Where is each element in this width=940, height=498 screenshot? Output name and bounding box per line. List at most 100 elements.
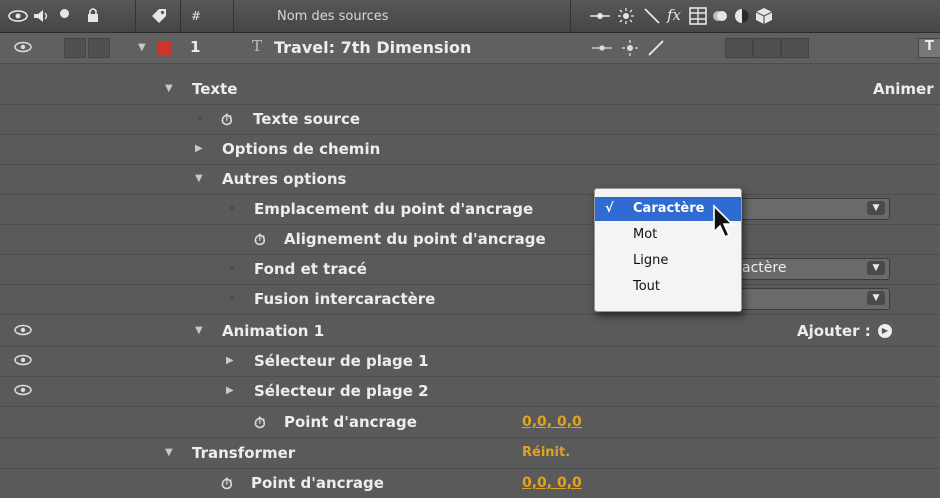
switch-box[interactable]: [753, 38, 781, 58]
stopwatch-icon[interactable]: ⏱: [254, 231, 266, 249]
add-menu-arrow-icon[interactable]: ▶: [878, 324, 892, 338]
solo-switch-box[interactable]: [88, 38, 110, 58]
property-label: Animation 1: [222, 322, 325, 340]
number-header[interactable]: #: [181, 0, 234, 32]
quality-slash-icon[interactable]: [647, 39, 665, 57]
collapsed-triangle-icon[interactable]: ▶: [226, 385, 234, 396]
layer-expand-icon[interactable]: ▼: [138, 42, 146, 53]
property-row-options-chemin[interactable]: ▶ Options de chemin: [0, 134, 940, 165]
collapse-sun-icon[interactable]: [617, 7, 635, 25]
switch-box[interactable]: [725, 38, 753, 58]
property-label: Point d'ancrage: [251, 474, 384, 492]
fx-icon[interactable]: fx: [667, 8, 681, 23]
stopwatch-icon[interactable]: ⏱: [221, 475, 233, 493]
property-label: Autres options: [222, 170, 347, 188]
property-row-emplacement[interactable]: Emplacement du point d'ancrage ▼: [0, 194, 940, 225]
property-label: Alignement du point d'ancrage: [284, 230, 546, 248]
eye-icon[interactable]: [8, 9, 28, 23]
motion-blur-icon[interactable]: [711, 7, 729, 25]
layer-name[interactable]: Travel: 7th Dimension: [274, 38, 471, 57]
adjustment-layer-icon[interactable]: [733, 7, 751, 25]
speaker-icon[interactable]: [33, 9, 49, 23]
property-row-texte[interactable]: ▼ Texte Animer: [0, 74, 940, 105]
menu-option-tout[interactable]: Tout: [595, 275, 741, 299]
av-switches-header: [0, 0, 136, 32]
dropdown-value: actère: [742, 260, 787, 276]
stopwatch-icon[interactable]: ⏱: [254, 414, 266, 432]
eye-icon[interactable]: [14, 41, 32, 53]
lock-icon[interactable]: [86, 7, 100, 23]
property-row-fond-trace[interactable]: Fond et tracé actère ▼: [0, 254, 940, 285]
property-row-animation1[interactable]: ▼ Animation 1 Ajouter : ▶: [0, 316, 940, 347]
dropdown-arrow-icon[interactable]: ▼: [867, 201, 885, 215]
column-header-bar: # Nom des sources fx: [0, 0, 940, 33]
property-row-texte-source[interactable]: ⏱ Texte source: [0, 104, 940, 135]
quality-slash-icon[interactable]: [643, 7, 661, 25]
label-tag-icon[interactable]: [150, 7, 168, 25]
property-row-alignement[interactable]: ⏱ Alignement du point d'ancrage: [0, 224, 940, 255]
eye-icon[interactable]: [14, 354, 32, 366]
layer-row[interactable]: ▼ 1 T Travel: 7th Dimension T: [0, 33, 940, 64]
audio-switch-box[interactable]: [64, 38, 86, 58]
property-label: Texte source: [253, 110, 361, 128]
anchor-point-value[interactable]: 0,0, 0,0: [522, 414, 582, 430]
property-label: Sélecteur de plage 2: [254, 382, 429, 400]
property-dot: [198, 116, 202, 120]
add-menu-label[interactable]: Ajouter :: [797, 322, 871, 340]
property-label: Options de chemin: [222, 140, 381, 158]
collapse-sun-icon[interactable]: [621, 39, 639, 57]
hash-icon: #: [191, 9, 202, 23]
switches-header: fx: [571, 0, 831, 32]
fill-stroke-dropdown[interactable]: actère ▼: [735, 258, 890, 280]
menu-option-ligne[interactable]: Ligne: [595, 249, 741, 273]
anchor-grouping-dropdown[interactable]: ▼: [735, 198, 890, 220]
label-header[interactable]: [136, 0, 181, 32]
menu-option-label: Tout: [633, 279, 661, 294]
frame-blend-icon[interactable]: [689, 7, 707, 25]
property-row-point-ancrage-transformer[interactable]: ⏱ Point d'ancrage 0,0, 0,0: [0, 468, 940, 498]
menu-option-label: Mot: [633, 227, 658, 242]
property-dot: [230, 296, 234, 300]
expand-triangle-icon[interactable]: ▼: [165, 447, 173, 458]
property-row-autres-options[interactable]: ▼ Autres options: [0, 164, 940, 195]
layer-number: 1: [190, 38, 201, 56]
property-row-transformer[interactable]: ▼ Transformer Réinit.: [0, 438, 940, 469]
shy-icon[interactable]: [589, 9, 611, 23]
property-label: Fusion intercaractère: [254, 290, 436, 308]
dropdown-arrow-icon[interactable]: ▼: [867, 291, 885, 305]
expand-triangle-icon[interactable]: ▼: [165, 83, 173, 94]
shy-icon[interactable]: [591, 42, 613, 54]
property-label: Point d'ancrage: [284, 413, 417, 431]
solo-dot-icon[interactable]: [60, 9, 69, 18]
text-layer-type-icon: T: [252, 37, 263, 55]
dropdown-arrow-icon[interactable]: ▼: [867, 261, 885, 275]
3d-layer-icon[interactable]: [755, 7, 773, 25]
mouse-pointer-icon: [713, 204, 734, 239]
property-row-point-ancrage-animation[interactable]: ⏱ Point d'ancrage 0,0, 0,0: [0, 407, 940, 438]
property-row-selecteur1[interactable]: ▶ Sélecteur de plage 1: [0, 346, 940, 377]
expand-triangle-icon[interactable]: ▼: [195, 325, 203, 336]
label-color-swatch[interactable]: [157, 41, 171, 55]
stopwatch-icon[interactable]: ⏱: [221, 111, 233, 129]
anchor-point-value[interactable]: 0,0, 0,0: [522, 475, 582, 491]
source-name-title: Nom des sources: [277, 9, 389, 24]
property-label: Texte: [192, 80, 238, 98]
blending-dropdown[interactable]: ▼: [735, 288, 890, 310]
eye-icon[interactable]: [14, 384, 32, 396]
animate-menu-label[interactable]: Animer: [873, 80, 934, 98]
collapsed-triangle-icon[interactable]: ▶: [195, 143, 203, 154]
property-label: Emplacement du point d'ancrage: [254, 200, 534, 218]
menu-option-label: Ligne: [633, 253, 669, 268]
switch-box[interactable]: [781, 38, 809, 58]
property-row-selecteur2[interactable]: ▶ Sélecteur de plage 2: [0, 376, 940, 407]
expand-triangle-icon[interactable]: ▼: [195, 173, 203, 184]
property-label: Fond et tracé: [254, 260, 367, 278]
parent-dropdown-box[interactable]: T: [918, 38, 940, 58]
property-dot: [230, 266, 234, 270]
source-name-header[interactable]: Nom des sources: [234, 0, 571, 32]
property-row-fusion[interactable]: Fusion intercaractère ▼: [0, 284, 940, 315]
reset-link[interactable]: Réinit.: [522, 445, 570, 460]
eye-icon[interactable]: [14, 324, 32, 336]
property-label: Transformer: [192, 444, 296, 462]
collapsed-triangle-icon[interactable]: ▶: [226, 355, 234, 366]
